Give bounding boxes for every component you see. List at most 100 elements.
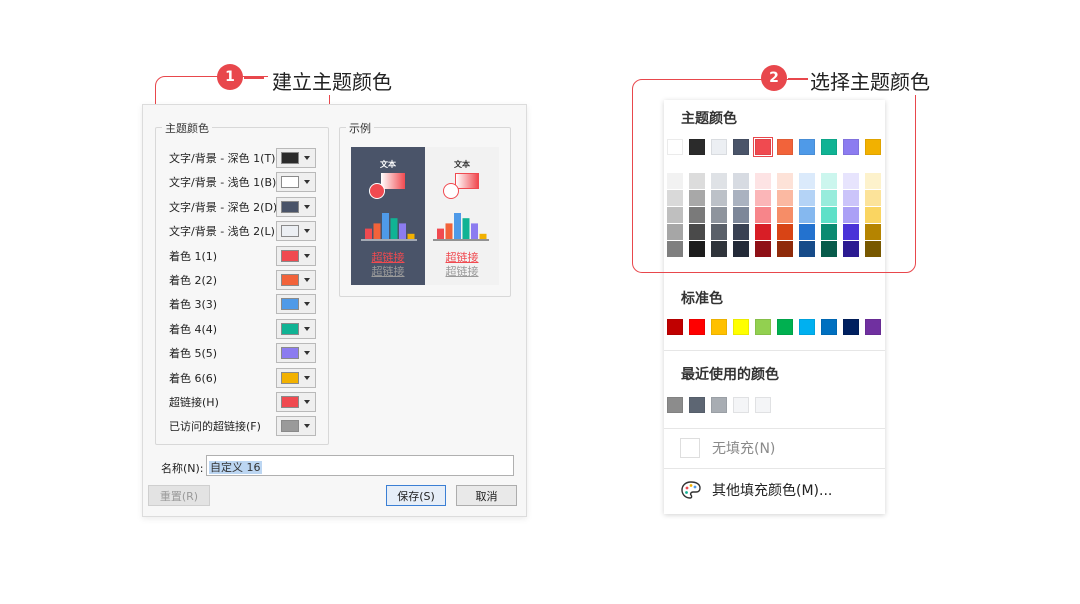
standard-color-swatch[interactable]	[821, 319, 837, 335]
callout-line-2	[788, 78, 808, 80]
preview-shape-circle	[443, 183, 459, 199]
step-badge-2: 2	[761, 65, 787, 91]
standard-color-swatch[interactable]	[733, 319, 749, 335]
recent-colors-heading: 最近使用的颜色	[681, 367, 779, 383]
standard-color-swatch[interactable]	[865, 319, 881, 335]
color-swatch	[281, 420, 299, 433]
preview-group-title: 示例	[346, 120, 374, 136]
color-swatch	[281, 371, 299, 384]
color-swatch	[281, 176, 299, 189]
chevron-down-icon	[304, 278, 310, 282]
chevron-down-icon	[304, 156, 310, 160]
preview-bar	[454, 213, 461, 239]
chevron-down-icon	[304, 302, 310, 307]
preview-bar	[365, 228, 372, 239]
color-picker-dropdown[interactable]	[276, 343, 316, 364]
recent-color-swatch[interactable]	[667, 397, 683, 413]
color-swatch	[281, 225, 299, 238]
color-picker-dropdown[interactable]	[276, 416, 316, 437]
recent-color-swatch[interactable]	[755, 397, 771, 413]
reset-button[interactable]: 重置(R)	[148, 485, 210, 506]
preview-visited-dark: 超链接	[371, 265, 405, 278]
color-picker-dropdown[interactable]	[276, 318, 316, 339]
color-picker-dropdown[interactable]	[276, 245, 316, 266]
step-badge-1: 1	[217, 64, 243, 90]
color-swatch	[281, 396, 299, 408]
standard-color-swatch[interactable]	[711, 319, 727, 335]
preview-bar	[407, 233, 415, 239]
chevron-down-icon	[304, 253, 310, 258]
color-swatch	[281, 152, 299, 164]
preview-shape-circle	[369, 183, 385, 199]
color-swatch	[281, 322, 299, 335]
no-fill-option[interactable]: 无填充(N)	[680, 438, 775, 458]
preview-bar	[373, 223, 381, 239]
theme-colors-group-title: 主题颜色	[162, 120, 212, 136]
color-picker-dropdown[interactable]	[276, 221, 316, 242]
preview-bar	[399, 223, 406, 239]
preview-bar-chart-light	[433, 213, 489, 241]
chevron-down-icon	[304, 180, 310, 185]
standard-color-swatch[interactable]	[843, 319, 859, 335]
standard-color-swatch[interactable]	[689, 319, 705, 335]
standard-color-swatch[interactable]	[777, 319, 793, 335]
color-picker-dropdown[interactable]	[276, 367, 316, 388]
name-input-value: 自定义 16	[209, 461, 262, 474]
name-input[interactable]: 自定义 16	[206, 455, 514, 476]
callout-title-2: 选择主题颜色	[806, 66, 930, 95]
preview-bar	[462, 218, 470, 239]
preview-text-label: 文本	[454, 160, 470, 169]
preview-bar	[437, 228, 444, 239]
color-swatch	[281, 249, 299, 262]
preview-light: 文本 超链接 超链接	[425, 147, 499, 285]
standard-color-swatch[interactable]	[755, 319, 771, 335]
no-fill-label: 无填充(N)	[712, 441, 776, 457]
preview-text-label: 文本	[380, 160, 396, 169]
palette-icon	[680, 480, 702, 500]
preview-bar-chart-dark	[361, 213, 417, 241]
chevron-down-icon	[304, 229, 310, 234]
preview-bar	[445, 223, 453, 239]
standard-colors-heading: 标准色	[681, 291, 723, 307]
callout-frame-2	[632, 79, 916, 273]
chevron-down-icon	[304, 351, 310, 356]
preview-shape-rect	[455, 173, 479, 189]
preview-visited-light: 超链接	[445, 265, 479, 278]
preview-bar	[382, 213, 389, 239]
color-picker-dropdown[interactable]	[276, 196, 316, 217]
color-picker-dropdown[interactable]	[276, 148, 316, 168]
chevron-down-icon	[304, 204, 310, 209]
save-button[interactable]: 保存(S)	[386, 485, 446, 506]
preview-bar	[390, 218, 398, 239]
name-label: 名称(N):	[161, 462, 204, 475]
chevron-down-icon	[304, 400, 310, 404]
recent-color-swatch[interactable]	[733, 397, 749, 413]
standard-color-swatch[interactable]	[667, 319, 683, 335]
chevron-down-icon	[304, 424, 310, 429]
color-picker-dropdown[interactable]	[276, 392, 316, 412]
theme-preview: 文本 超链接 超链接 文本 超链接 超链接	[351, 147, 499, 285]
separator	[664, 468, 885, 469]
color-swatch	[281, 298, 299, 311]
preview-bar	[479, 233, 487, 239]
color-swatch	[281, 200, 299, 213]
standard-color-swatch[interactable]	[799, 319, 815, 335]
chevron-down-icon	[304, 326, 310, 331]
preview-bar	[471, 223, 478, 239]
color-swatch	[281, 274, 299, 286]
color-picker-dropdown[interactable]	[276, 270, 316, 290]
preview-shape-rect	[381, 173, 405, 189]
recent-color-swatch[interactable]	[689, 397, 705, 413]
more-fill-colors-label: 其他填充颜色(M)...	[712, 483, 833, 499]
cancel-button[interactable]: 取消	[456, 485, 517, 506]
create-theme-colors-dialog: 主题颜色 示例 文字/背景 - 深色 1(T) 文字/背景 - 浅色 1(B) 文字…	[142, 104, 527, 517]
color-picker-dropdown[interactable]	[276, 294, 316, 315]
callout-line-1	[244, 77, 264, 79]
preview-dark: 文本 超链接 超链接	[351, 147, 425, 285]
callout-title-1: 建立主题颜色	[268, 66, 392, 95]
chevron-down-icon	[304, 375, 310, 380]
separator	[664, 350, 885, 351]
more-fill-colors-option[interactable]: 其他填充颜色(M)...	[680, 480, 832, 500]
recent-color-swatch[interactable]	[711, 397, 727, 413]
color-picker-dropdown[interactable]	[276, 172, 316, 193]
